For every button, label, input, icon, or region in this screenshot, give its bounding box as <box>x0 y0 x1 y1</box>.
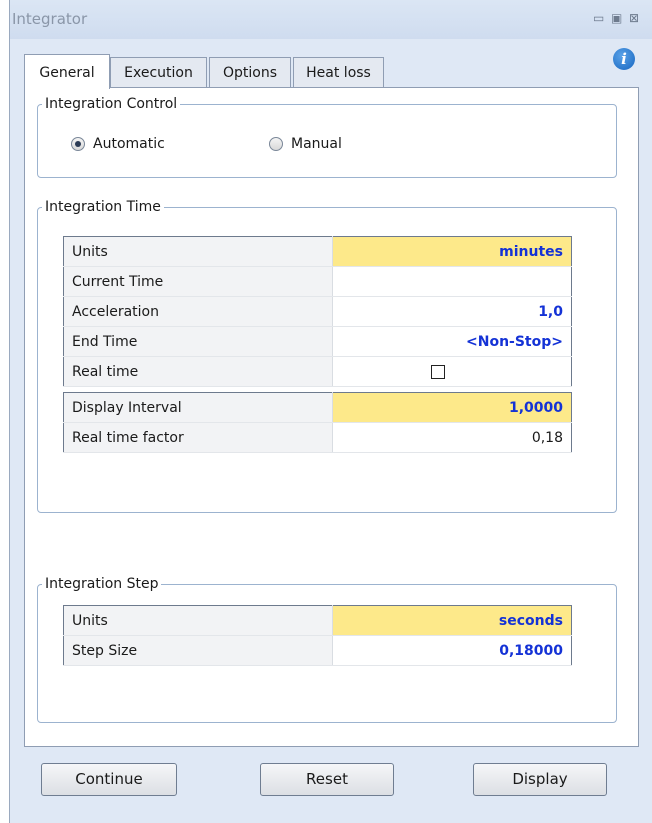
table-row[interactable]: End Time <Non-Stop> <box>63 326 572 357</box>
integration-step-legend: Integration Step <box>45 576 159 592</box>
current-time-value[interactable] <box>332 266 572 297</box>
step-units-value[interactable]: seconds <box>332 605 572 636</box>
current-time-label: Current Time <box>63 266 333 297</box>
table-row[interactable]: Step Size 0,18000 <box>63 635 572 666</box>
automatic-radio-label: Automatic <box>93 136 165 152</box>
display-button[interactable]: Display <box>473 763 607 796</box>
radio-checked-icon <box>71 137 85 151</box>
display-interval-table: Display Interval 1,0000 Real time factor… <box>63 392 572 453</box>
real-time-factor-label: Real time factor <box>63 422 333 453</box>
real-time-checkbox[interactable] <box>431 364 445 379</box>
restore-icon[interactable]: ▣ <box>611 11 622 25</box>
integrator-window: Integrator ▭ ▣ ⊠ i General Execution Opt… <box>9 0 652 823</box>
reset-button[interactable]: Reset <box>260 763 394 796</box>
table-row[interactable]: Units minutes <box>63 236 572 267</box>
step-size-label: Step Size <box>63 635 333 666</box>
minimize-icon[interactable]: ▭ <box>593 11 604 25</box>
table-row[interactable]: Acceleration 1,0 <box>63 296 572 327</box>
display-interval-value[interactable]: 1,0000 <box>332 392 572 423</box>
real-time-factor-value: 0,18 <box>332 422 572 453</box>
table-row[interactable]: Real time <box>63 356 572 387</box>
table-row[interactable]: Display Interval 1,0000 <box>63 392 572 423</box>
table-row[interactable]: Units seconds <box>63 605 572 636</box>
real-time-label: Real time <box>63 356 333 387</box>
info-icon[interactable]: i <box>613 48 635 70</box>
radio-unchecked-icon <box>269 137 283 151</box>
continue-button[interactable]: Continue <box>41 763 177 796</box>
tab-general[interactable]: General <box>24 54 110 89</box>
real-time-value <box>332 356 572 387</box>
title-bar[interactable]: Integrator ▭ ▣ ⊠ <box>10 0 652 39</box>
acceleration-label: Acceleration <box>63 296 333 327</box>
step-units-label: Units <box>63 605 333 636</box>
manual-radio[interactable]: Manual <box>269 136 342 152</box>
table-row[interactable]: Current Time <box>63 266 572 297</box>
tab-heat-loss[interactable]: Heat loss <box>293 57 384 88</box>
end-time-value[interactable]: <Non-Stop> <box>332 326 572 357</box>
automatic-radio[interactable]: Automatic <box>71 136 165 152</box>
integration-step-table: Units seconds Step Size 0,18000 <box>63 605 572 666</box>
units-value[interactable]: minutes <box>332 236 572 267</box>
close-icon[interactable]: ⊠ <box>629 11 639 25</box>
integration-time-table: Units minutes Current Time Acceleration … <box>63 236 572 387</box>
end-time-label: End Time <box>63 326 333 357</box>
acceleration-value[interactable]: 1,0 <box>332 296 572 327</box>
window-title: Integrator <box>12 10 88 28</box>
table-row[interactable]: Real time factor 0,18 <box>63 422 572 453</box>
tab-options[interactable]: Options <box>209 57 291 88</box>
units-label: Units <box>63 236 333 267</box>
manual-radio-label: Manual <box>291 136 342 152</box>
integration-time-legend: Integration Time <box>45 199 161 215</box>
general-tab-panel: Integration Control Automatic Manual Int… <box>24 87 639 747</box>
display-interval-label: Display Interval <box>63 392 333 423</box>
tab-execution[interactable]: Execution <box>110 57 207 88</box>
integration-control-legend: Integration Control <box>45 96 178 112</box>
step-size-value[interactable]: 0,18000 <box>332 635 572 666</box>
